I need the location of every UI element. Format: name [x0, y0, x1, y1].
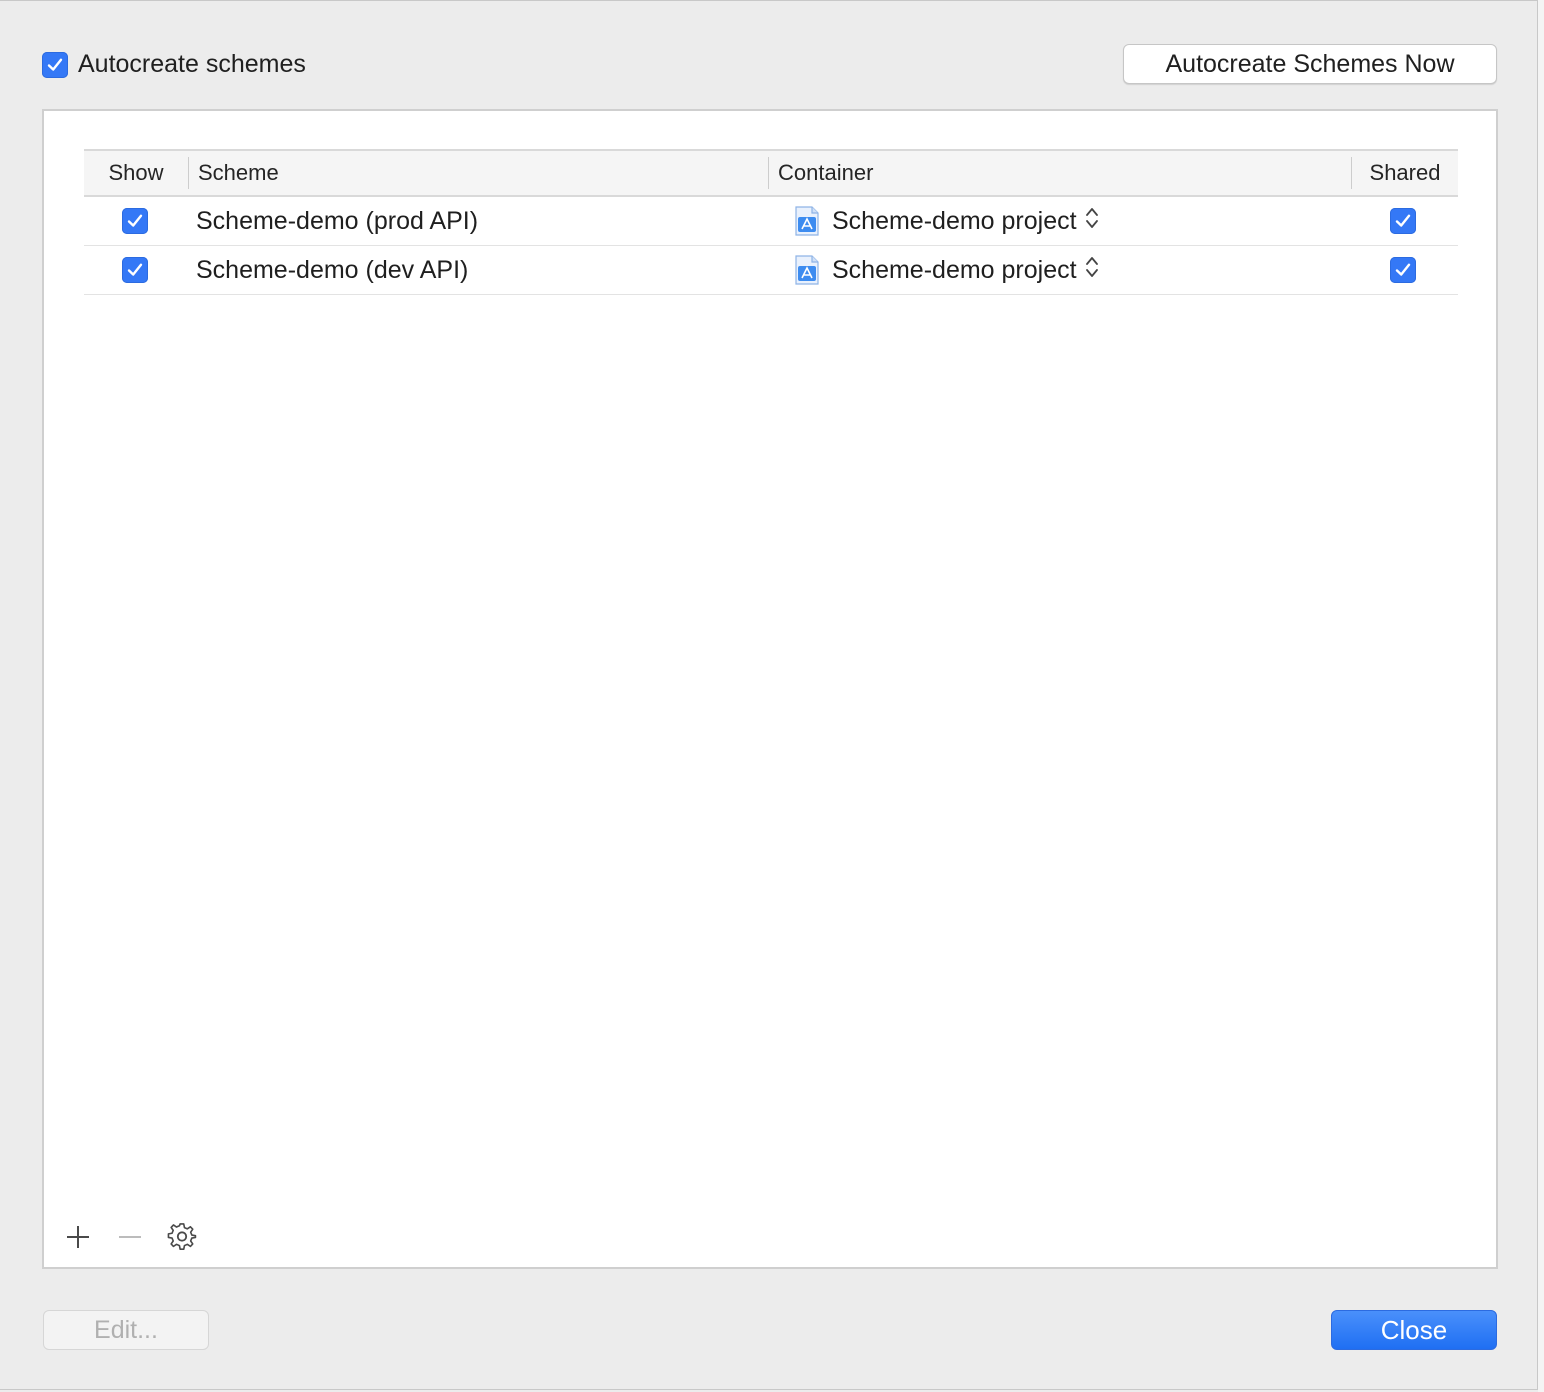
xcode-project-icon — [794, 206, 820, 236]
close-button[interactable]: Close — [1331, 1310, 1497, 1350]
column-divider[interactable] — [768, 157, 769, 189]
add-scheme-button[interactable] — [62, 1221, 94, 1253]
edit-button[interactable]: Edit... — [43, 1310, 209, 1350]
column-divider[interactable] — [188, 157, 189, 189]
table-header: Show Scheme Container Shared — [84, 149, 1458, 197]
manage-schemes-sheet: Autocreate schemes Autocreate Schemes No… — [0, 0, 1538, 1390]
column-header-shared[interactable]: Shared — [1352, 151, 1458, 195]
checkbox-checked-icon — [122, 257, 148, 283]
column-header-container[interactable]: Container — [778, 151, 873, 195]
container-popup[interactable]: Scheme-demo project — [794, 246, 1099, 294]
container-name: Scheme-demo project — [832, 206, 1077, 235]
scheme-name[interactable]: Scheme-demo (dev API) — [196, 246, 468, 294]
table-row[interactable]: Scheme-demo (dev API) Scheme-demo projec… — [84, 246, 1458, 295]
show-checkbox[interactable] — [122, 197, 148, 245]
autocreate-schemes-label: Autocreate schemes — [78, 50, 306, 78]
plus-icon — [67, 1226, 89, 1248]
window-edge — [1538, 0, 1544, 1392]
shared-checkbox[interactable] — [1390, 197, 1416, 245]
autocreate-schemes-now-button[interactable]: Autocreate Schemes Now — [1123, 44, 1497, 84]
schemes-table: Show Scheme Container Shared Scheme-demo… — [84, 149, 1458, 295]
table-toolbar — [62, 1221, 218, 1253]
table-row[interactable]: Scheme-demo (prod API) Scheme-demo proje… — [84, 197, 1458, 246]
checkbox-checked-icon — [42, 51, 68, 78]
settings-button[interactable] — [166, 1221, 198, 1253]
autocreate-schemes-checkbox[interactable]: Autocreate schemes — [42, 50, 306, 79]
xcode-project-icon — [794, 255, 820, 285]
column-header-scheme[interactable]: Scheme — [198, 151, 279, 195]
shared-checkbox[interactable] — [1390, 246, 1416, 294]
checkbox-checked-icon — [122, 208, 148, 234]
column-header-show[interactable]: Show — [84, 151, 188, 195]
remove-scheme-button[interactable] — [114, 1221, 146, 1253]
checkbox-checked-icon — [1390, 257, 1416, 283]
scheme-name[interactable]: Scheme-demo (prod API) — [196, 197, 478, 245]
checkbox-checked-icon — [1390, 208, 1416, 234]
minus-icon — [119, 1236, 141, 1238]
container-name: Scheme-demo project — [832, 255, 1077, 284]
container-popup[interactable]: Scheme-demo project — [794, 197, 1099, 245]
schemes-panel: Show Scheme Container Shared Scheme-demo… — [42, 109, 1498, 1269]
gear-icon — [167, 1223, 197, 1250]
show-checkbox[interactable] — [122, 246, 148, 294]
chevron-up-down-icon — [1085, 255, 1099, 286]
chevron-up-down-icon — [1085, 206, 1099, 237]
